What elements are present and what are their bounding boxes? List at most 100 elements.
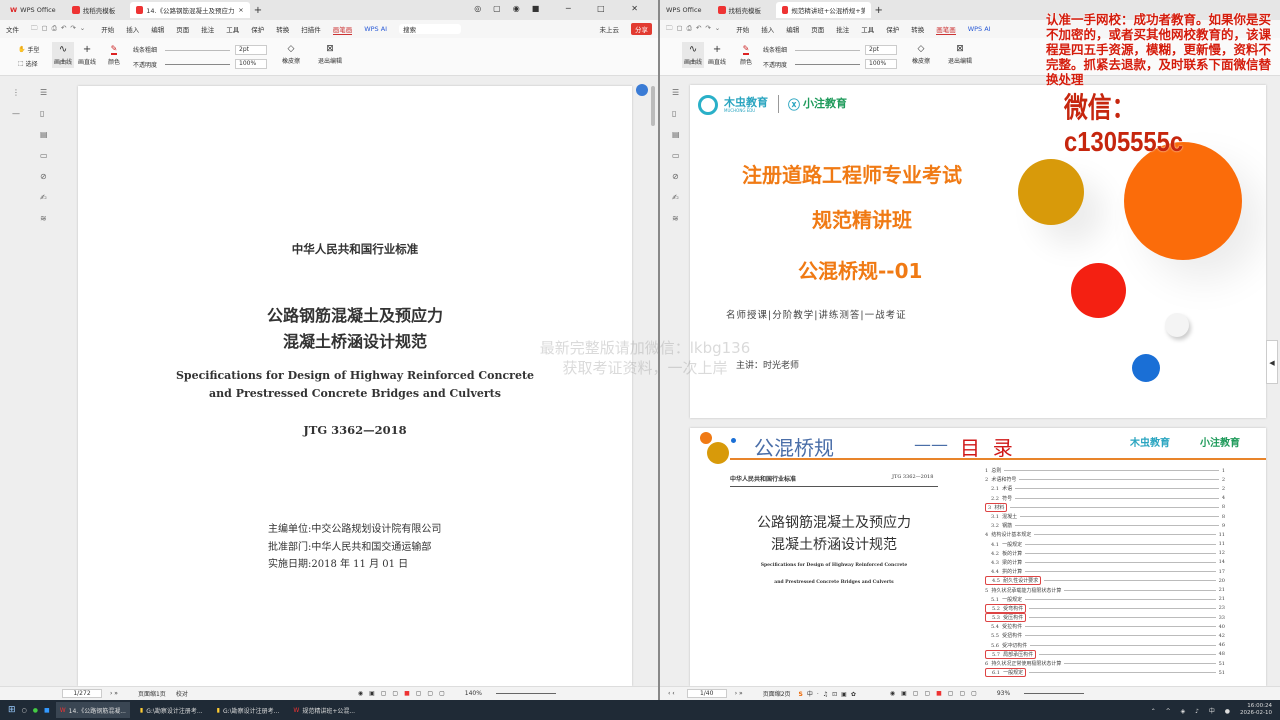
layers-icon[interactable]: ≋: [40, 214, 48, 223]
outline-icon[interactable]: ☰: [672, 88, 680, 97]
thickness-slider[interactable]: [795, 50, 860, 51]
menu-pen[interactable]: 画笔画: [936, 24, 956, 35]
tab-templates[interactable]: 找稻壳模板: [66, 2, 126, 18]
proof-button[interactable]: 校对: [176, 689, 188, 698]
select-tool[interactable]: ⬚ 选择: [18, 59, 38, 68]
menu-comment[interactable]: 批注: [201, 24, 214, 34]
share-button[interactable]: 分享: [631, 23, 652, 35]
app-icon[interactable]: ■: [44, 707, 50, 714]
page-input[interactable]: 1/40: [686, 689, 727, 698]
dash-icon[interactable]: —: [12, 109, 20, 118]
menu-icon[interactable]: ⋮: [12, 88, 20, 97]
zoom-slider[interactable]: [495, 693, 556, 694]
opacity-select[interactable]: 100%: [865, 59, 897, 69]
wechat-app-icon[interactable]: ●: [33, 707, 38, 714]
curve-tool[interactable]: ∿ 画曲线: [52, 42, 75, 68]
vertical-scrollbar[interactable]: [651, 86, 655, 126]
menu-insert[interactable]: 插入: [761, 24, 774, 34]
tab-wps-home[interactable]: WPS Office: [660, 2, 708, 18]
color-picker[interactable]: ✎ 颜色: [108, 44, 120, 66]
menu-wps-ai[interactable]: WPS AI: [364, 25, 387, 33]
layers-icon[interactable]: ≋: [672, 214, 680, 223]
close-tab-icon[interactable]: ×: [238, 6, 243, 14]
page-nav-icons[interactable]: ‹ ‹: [668, 690, 675, 697]
zoom-level[interactable]: 140%: [465, 690, 482, 697]
taskbar-item[interactable]: ▮ G:\勘察设计注册考...: [136, 702, 207, 718]
menu-wps-ai[interactable]: WPS AI: [968, 25, 991, 33]
view-icons[interactable]: ◉▣▢▢■▢▢▢: [358, 690, 451, 697]
page-nav-icons[interactable]: › »: [110, 690, 118, 697]
opacity-slider[interactable]: [795, 64, 860, 65]
search-input[interactable]: 搜索: [399, 24, 462, 34]
menu-protect[interactable]: 保护: [251, 24, 264, 34]
thumbnail-icon[interactable]: ▤: [672, 130, 680, 139]
new-tab-icon[interactable]: +: [254, 5, 262, 16]
thumbnail-icon[interactable]: ▤: [40, 130, 48, 139]
bookmark-icon[interactable]: ▯: [672, 109, 680, 118]
outline-icon[interactable]: ☰: [40, 88, 48, 97]
menu-convert[interactable]: 转换: [911, 24, 924, 34]
menu-pen[interactable]: 画笔画: [332, 24, 353, 35]
thickness-select[interactable]: 2pt: [235, 45, 267, 55]
tab-templates[interactable]: 找稻壳模板: [712, 2, 772, 18]
opacity-slider[interactable]: [165, 64, 230, 65]
hand-tool[interactable]: ✋ 手型: [18, 45, 40, 54]
signature-icon[interactable]: ✍: [40, 193, 48, 202]
eraser-button[interactable]: ◇ 橡皮擦: [282, 44, 300, 65]
comment-icon[interactable]: ▭: [40, 151, 48, 160]
menu-page[interactable]: 页面: [811, 24, 824, 34]
tab-ppt-document[interactable]: 规范精讲班+公混桥规+第1...: [775, 2, 871, 18]
thickness-slider[interactable]: [165, 50, 230, 51]
menu-page[interactable]: 页面: [176, 24, 189, 34]
menu-scan[interactable]: 扫描件: [301, 24, 321, 34]
opacity-select[interactable]: 100%: [235, 59, 267, 69]
tab-pdf-document[interactable]: 14.《公路钢筋混凝土及预应力... ×: [129, 2, 250, 18]
color-picker[interactable]: ✎ 颜色: [740, 44, 752, 66]
curve-tool[interactable]: ∿ 画曲线: [682, 42, 705, 68]
quick-access-icons[interactable]: 🗀▢⎙↶↷⌄: [31, 24, 89, 35]
exit-edit-button[interactable]: ⊠ 退出编辑: [948, 44, 972, 65]
menu-convert[interactable]: 转换: [276, 24, 289, 34]
page-nav-icons[interactable]: › »: [735, 690, 743, 697]
cloud-status[interactable]: 未上云: [600, 24, 620, 34]
tab-wps-home[interactable]: W WPS Office: [4, 2, 62, 18]
zoom-slider[interactable]: [1024, 693, 1085, 694]
exit-edit-button[interactable]: ⊠ 退出编辑: [318, 44, 342, 65]
menu-protect[interactable]: 保护: [886, 24, 899, 34]
eraser-button[interactable]: ◇ 橡皮擦: [912, 44, 930, 65]
start-icon[interactable]: ⊞: [8, 705, 16, 715]
zoom-level[interactable]: 93%: [997, 690, 1010, 697]
menu-file[interactable]: 文件: [6, 24, 19, 34]
menu-edit[interactable]: 编辑: [151, 24, 164, 34]
ime-toolbar[interactable]: S中·♫⊡▣✿: [799, 689, 860, 698]
view-mode[interactable]: 页面缩2页: [763, 689, 791, 698]
new-tab-icon[interactable]: +: [875, 5, 883, 16]
attachment-icon[interactable]: ⊘: [40, 172, 48, 181]
clock[interactable]: 16:00:24 2026-02-10: [1240, 703, 1280, 717]
collapse-panel-button[interactable]: ◀: [1266, 340, 1278, 384]
menu-insert[interactable]: 插入: [126, 24, 139, 34]
comment-icon[interactable]: ▭: [672, 151, 680, 160]
thickness-select[interactable]: 2pt: [865, 45, 897, 55]
assistant-icon[interactable]: [636, 84, 648, 96]
search-icon[interactable]: ○: [22, 707, 27, 714]
menu-home[interactable]: 开始: [101, 24, 114, 34]
page-input[interactable]: 1/272: [62, 689, 102, 698]
quick-access-icons[interactable]: 🗀▢⎙↶↷⌄: [666, 24, 724, 35]
line-tool[interactable]: + 画直线: [78, 44, 96, 66]
taskbar-item[interactable]: ▮ G:\勘察设计注册考...: [213, 702, 284, 718]
taskbar-item[interactable]: W 14.《公路钢筋混凝...: [55, 702, 130, 718]
view-icons[interactable]: ◉▣▢▢■▢▢▢: [890, 690, 983, 697]
menu-tools[interactable]: 工具: [226, 24, 239, 34]
menu-comment[interactable]: 批注: [836, 24, 849, 34]
menu-edit[interactable]: 编辑: [786, 24, 799, 34]
view-mode[interactable]: 页面缩1页: [138, 689, 166, 698]
bookmark-icon[interactable]: ▯: [40, 109, 48, 118]
attachment-icon[interactable]: ⊘: [672, 172, 680, 181]
line-tool[interactable]: + 画直线: [708, 44, 726, 66]
taskbar-item[interactable]: W 规范精讲班+公混...: [289, 702, 359, 718]
menu-tools[interactable]: 工具: [861, 24, 874, 34]
tray-icons[interactable]: ⌃ ^ ◈ ♪ 中 ●: [1151, 706, 1234, 715]
menu-home[interactable]: 开始: [736, 24, 749, 34]
signature-icon[interactable]: ✍: [672, 193, 680, 202]
